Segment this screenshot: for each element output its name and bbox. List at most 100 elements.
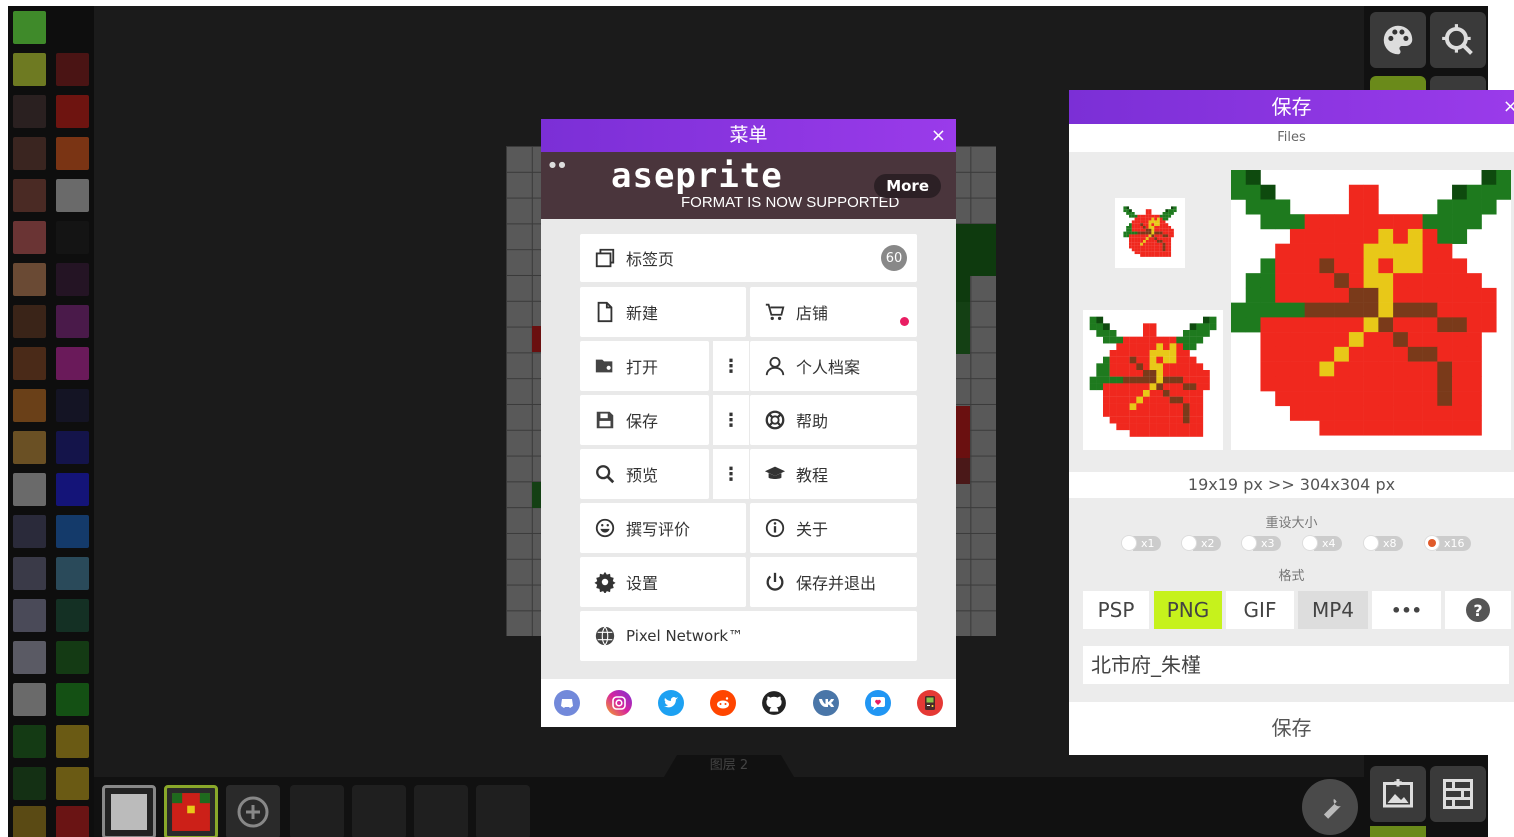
empty-frame-slot[interactable] bbox=[476, 785, 530, 837]
preview-menu-item[interactable]: 预览 bbox=[580, 449, 709, 499]
tutorial-menu-item[interactable]: 教程 bbox=[750, 449, 917, 499]
grid-tool-button[interactable] bbox=[1430, 766, 1486, 822]
palette-swatch[interactable] bbox=[56, 473, 89, 506]
empty-frame-slot[interactable] bbox=[290, 785, 344, 837]
palette-swatch[interactable] bbox=[13, 179, 46, 212]
palette-swatch[interactable] bbox=[13, 683, 46, 716]
radio-x3[interactable] bbox=[1241, 535, 1257, 551]
palette-swatch[interactable] bbox=[13, 599, 46, 632]
save-menu-item[interactable]: 保存 bbox=[580, 395, 709, 445]
palette-swatch[interactable] bbox=[56, 557, 89, 590]
format-gif-button[interactable]: GIF bbox=[1226, 591, 1294, 629]
scale-option-x8[interactable]: x8 bbox=[1363, 535, 1403, 551]
zoom-tool-button[interactable] bbox=[1430, 12, 1486, 68]
close-icon[interactable]: × bbox=[1503, 90, 1514, 124]
layer-thumbnail-blank[interactable] bbox=[102, 785, 156, 837]
palette-swatch[interactable] bbox=[56, 347, 89, 380]
save-exit-menu-item[interactable]: 保存并退出 bbox=[750, 557, 917, 607]
palette-swatch[interactable] bbox=[56, 95, 89, 128]
palette-swatch[interactable] bbox=[56, 263, 89, 296]
palette-swatch[interactable] bbox=[56, 641, 89, 674]
scale-option-x16[interactable]: x16 bbox=[1424, 535, 1471, 551]
palette-swatch[interactable] bbox=[56, 137, 89, 170]
review-menu-item[interactable]: 撰写评价 bbox=[580, 503, 746, 553]
palette-swatch[interactable] bbox=[13, 347, 46, 380]
radio-x4[interactable] bbox=[1302, 535, 1318, 551]
palette-swatch[interactable] bbox=[13, 53, 46, 86]
gameboy-icon[interactable] bbox=[917, 690, 944, 716]
filename-input[interactable]: 北市府_朱槿 bbox=[1083, 646, 1509, 684]
chat-heart-icon[interactable] bbox=[865, 690, 892, 716]
palette-swatch[interactable] bbox=[13, 137, 46, 170]
aseprite-banner[interactable]: ● ● aseprite FORMAT IS NOW SUPPORTED Mor… bbox=[541, 152, 956, 219]
palette-swatch[interactable] bbox=[56, 179, 89, 212]
add-layer-button[interactable] bbox=[226, 785, 280, 837]
open-options-button[interactable]: ⋮ bbox=[713, 341, 749, 391]
palette-swatch[interactable] bbox=[13, 263, 46, 296]
about-menu-item[interactable]: 关于 bbox=[750, 503, 917, 553]
empty-frame-slot[interactable] bbox=[414, 785, 468, 837]
palette-swatch[interactable] bbox=[13, 431, 46, 464]
scale-option-x3[interactable]: x3 bbox=[1241, 535, 1281, 551]
palette-tool-button[interactable] bbox=[1370, 12, 1426, 68]
palette-swatch[interactable] bbox=[56, 53, 89, 86]
settings-menu-item[interactable]: 设置 bbox=[580, 557, 746, 607]
palette-swatch[interactable] bbox=[56, 305, 89, 338]
palette-swatch[interactable] bbox=[13, 641, 46, 674]
palette-swatch[interactable] bbox=[13, 806, 46, 837]
discord-icon[interactable] bbox=[553, 690, 580, 716]
palette-swatch[interactable] bbox=[13, 305, 46, 338]
radio-x2[interactable] bbox=[1181, 535, 1197, 551]
preview-thumbnail-medium[interactable] bbox=[1083, 310, 1223, 450]
save-confirm-button[interactable]: 保存 bbox=[1069, 702, 1514, 755]
vk-icon[interactable] bbox=[813, 690, 840, 716]
open-menu-item[interactable]: 打开 bbox=[580, 341, 709, 391]
tabs-menu-item[interactable]: 标签页 60 bbox=[580, 234, 917, 282]
more-button[interactable]: More bbox=[874, 174, 941, 198]
format-png-button[interactable]: PNG bbox=[1154, 591, 1222, 629]
radio-x16-selected[interactable] bbox=[1424, 535, 1440, 551]
wrench-button[interactable] bbox=[1302, 779, 1358, 835]
scale-option-x1[interactable]: x1 bbox=[1121, 535, 1161, 551]
palette-swatch[interactable] bbox=[56, 221, 89, 254]
radio-x8[interactable] bbox=[1363, 535, 1379, 551]
layer-tab[interactable]: 图层 2 bbox=[664, 755, 794, 777]
format-mp4-button[interactable]: MP4 bbox=[1298, 591, 1368, 629]
palette-swatch[interactable] bbox=[13, 473, 46, 506]
add-image-button[interactable] bbox=[1370, 766, 1426, 822]
palette-swatch[interactable] bbox=[56, 725, 89, 758]
palette-swatch[interactable] bbox=[56, 599, 89, 632]
palette-swatch[interactable] bbox=[56, 389, 89, 422]
palette-swatch[interactable] bbox=[13, 389, 46, 422]
scale-option-x4[interactable]: x4 bbox=[1302, 535, 1342, 551]
palette-swatch[interactable] bbox=[13, 557, 46, 590]
reddit-icon[interactable] bbox=[709, 690, 736, 716]
save-options-button[interactable]: ⋮ bbox=[713, 395, 749, 445]
preview-options-button[interactable]: ⋮ bbox=[713, 449, 749, 499]
twitter-icon[interactable] bbox=[657, 690, 684, 716]
palette-swatch[interactable] bbox=[13, 767, 46, 800]
instagram-icon[interactable] bbox=[605, 690, 632, 716]
more-formats-button[interactable]: ••• bbox=[1372, 591, 1441, 629]
empty-frame-slot[interactable] bbox=[352, 785, 406, 837]
profile-menu-item[interactable]: 个人档案 bbox=[750, 341, 917, 391]
palette-swatch[interactable] bbox=[13, 221, 46, 254]
store-menu-item[interactable]: 店铺 bbox=[750, 287, 917, 337]
format-help-button[interactable]: ? bbox=[1445, 591, 1511, 629]
palette-swatch[interactable] bbox=[13, 725, 46, 758]
close-icon[interactable]: × bbox=[931, 119, 946, 152]
layer-thumbnail-flower[interactable] bbox=[164, 785, 218, 837]
palette-swatch[interactable] bbox=[56, 767, 89, 800]
pixel-network-menu-item[interactable]: Pixel Network™ bbox=[580, 611, 917, 661]
palette-swatch[interactable] bbox=[56, 431, 89, 464]
palette-swatch[interactable] bbox=[56, 515, 89, 548]
palette-swatch[interactable] bbox=[56, 806, 89, 837]
files-tab[interactable]: Files bbox=[1069, 124, 1514, 152]
github-icon[interactable] bbox=[761, 690, 788, 716]
palette-swatch[interactable] bbox=[13, 515, 46, 548]
palette-swatch[interactable] bbox=[13, 11, 46, 44]
preview-thumbnail-small[interactable] bbox=[1115, 198, 1185, 268]
palette-swatch[interactable] bbox=[56, 683, 89, 716]
radio-x1[interactable] bbox=[1121, 535, 1137, 551]
new-menu-item[interactable]: 新建 bbox=[580, 287, 746, 337]
